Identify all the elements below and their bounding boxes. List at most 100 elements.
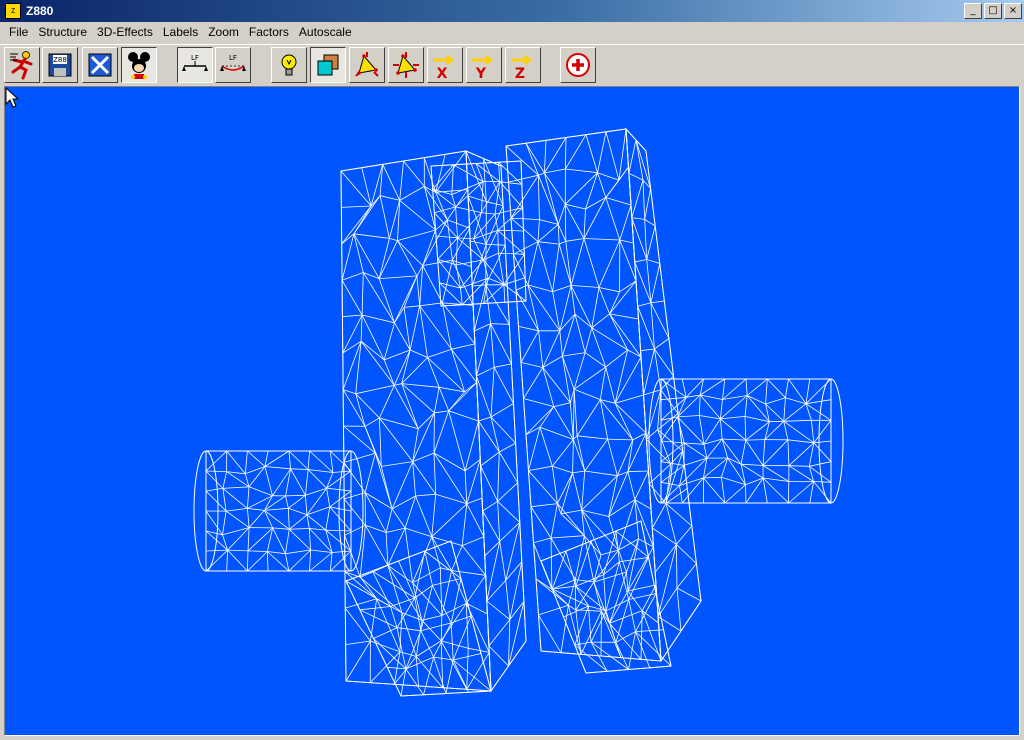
menu-bar: File Structure 3D-Effects Labels Zoom Fa…: [0, 22, 1024, 42]
mesh-edge: [397, 240, 423, 266]
mesh-edge: [427, 348, 452, 358]
mesh-edge: [474, 323, 491, 332]
mesh-edge: [285, 494, 306, 497]
mesh-edge: [452, 659, 469, 693]
mesh-edge: [762, 439, 789, 466]
mesh-edge: [289, 529, 311, 551]
mesh-edge: [264, 450, 269, 467]
exit-button[interactable]: [4, 47, 40, 83]
mesh-edge: [509, 561, 523, 620]
mesh-edge: [787, 439, 790, 466]
save-button[interactable]: Z88: [42, 47, 78, 83]
zoom-in-button[interactable]: [560, 47, 596, 83]
mesh-edge: [542, 367, 571, 404]
mesh-edge: [575, 585, 607, 612]
menu-zoom[interactable]: Zoom: [203, 25, 244, 39]
mesh-edge: [619, 204, 632, 241]
rotate-y-button[interactable]: Y: [466, 47, 502, 83]
mesh-edge: [520, 362, 543, 368]
mesh-edge: [523, 398, 554, 407]
mesh-edge: [570, 238, 585, 286]
rotate-z-button[interactable]: Z: [505, 47, 541, 83]
mesh-edge: [434, 387, 440, 413]
rotate-x-button[interactable]: X: [427, 47, 463, 83]
mesh-edge: [288, 549, 311, 572]
mesh-edge: [359, 525, 366, 578]
mesh-edge: [247, 527, 250, 551]
mesh-edge: [538, 175, 559, 225]
mesh-edge: [464, 470, 468, 504]
window-title: Z880: [26, 4, 54, 18]
mesh-edge: [559, 330, 563, 357]
mesh-edge: [684, 442, 708, 459]
menu-factors[interactable]: Factors: [244, 25, 294, 39]
mesh-edge: [420, 630, 434, 658]
plot-viewport[interactable]: [4, 86, 1020, 736]
mesh-edge: [628, 593, 657, 600]
pan-button[interactable]: [388, 47, 424, 83]
mesh-edge: [345, 598, 377, 609]
mesh-edge: [591, 313, 610, 329]
mesh-edge: [466, 648, 469, 690]
mesh-edge: [289, 514, 308, 530]
mesh-edge: [631, 179, 644, 218]
mesh-edge: [574, 641, 592, 646]
mesh-edge: [745, 439, 764, 466]
cubes-icon: [317, 54, 339, 76]
mesh-edge: [762, 439, 766, 466]
close-button[interactable]: ×: [1004, 3, 1022, 19]
mesh-edge: [389, 238, 398, 241]
mesh-edge: [562, 313, 576, 357]
mesh-edge: [703, 476, 722, 479]
plus-circle-icon: [566, 53, 590, 77]
mesh-edge: [608, 475, 618, 517]
minimize-button[interactable]: _: [964, 3, 982, 19]
mesh-edge: [510, 217, 540, 220]
app-icon[interactable]: Z: [5, 3, 21, 19]
mesh-edge: [537, 219, 540, 242]
mesh-edge: [205, 488, 223, 492]
mesh-edge: [494, 181, 501, 215]
mesh-edge: [345, 640, 371, 682]
mesh-edge: [353, 233, 380, 279]
deformed-icon: LF: [220, 54, 246, 71]
help-button[interactable]: [121, 47, 157, 83]
mesh-edge: [403, 160, 425, 187]
maximize-button[interactable]: □: [984, 3, 1002, 19]
solid-button[interactable]: [310, 47, 346, 83]
mesh-edge: [745, 484, 747, 504]
menu-3d-effects[interactable]: 3D-Effects: [92, 25, 158, 39]
undeformed-button[interactable]: LF: [177, 47, 213, 83]
mesh-edge: [573, 435, 578, 440]
mesh-edge: [634, 499, 652, 510]
mesh-edge: [650, 300, 665, 304]
rotate-button[interactable]: [349, 47, 385, 83]
mesh-edge: [627, 546, 654, 592]
mesh-edge: [488, 645, 509, 667]
menu-autoscale[interactable]: Autoscale: [294, 25, 357, 39]
mesh-edge: [325, 529, 352, 552]
menu-labels[interactable]: Labels: [158, 25, 203, 39]
mesh-edge: [401, 383, 419, 429]
mesh-edge: [416, 275, 421, 306]
mesh-edge: [497, 482, 518, 502]
menu-structure[interactable]: Structure: [33, 25, 92, 39]
mesh-edge: [467, 195, 487, 245]
mesh-edge: [706, 438, 723, 459]
mesh-edge: [288, 450, 291, 469]
mesh-edge: [383, 359, 395, 386]
mesh-edge: [788, 378, 807, 404]
mesh-edge: [380, 466, 393, 509]
mesh-edge: [539, 427, 553, 467]
mesh-edge: [309, 552, 333, 572]
close-structure-button[interactable]: [82, 47, 118, 83]
mesh-edge: [626, 572, 629, 591]
light-button[interactable]: [271, 47, 307, 83]
mesh-edge: [341, 272, 364, 281]
mesh-edge: [306, 514, 327, 531]
mesh-edge: [605, 131, 620, 181]
mesh-edge: [783, 397, 786, 422]
deformed-button[interactable]: LF: [215, 47, 251, 83]
menu-file[interactable]: File: [4, 25, 33, 39]
mesh-edge: [473, 284, 487, 332]
